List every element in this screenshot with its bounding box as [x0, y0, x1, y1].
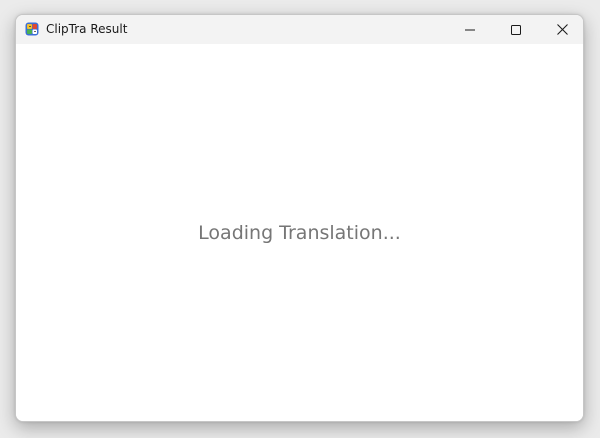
window-title: ClipTra Result — [46, 22, 128, 36]
cliptra-app-icon — [25, 22, 39, 36]
maximize-button[interactable] — [493, 15, 539, 44]
loading-status-text: Loading Translation... — [198, 221, 401, 244]
title-bar[interactable]: ClipTra Result — [16, 15, 583, 44]
maximize-icon — [511, 24, 521, 35]
close-button[interactable] — [539, 15, 583, 44]
result-window: ClipTra Result Loading Translation... — [15, 14, 584, 422]
minimize-button[interactable] — [447, 15, 493, 44]
minimize-icon — [465, 29, 475, 30]
translation-content-area: Loading Translation... — [16, 44, 583, 421]
close-icon — [556, 24, 568, 35]
